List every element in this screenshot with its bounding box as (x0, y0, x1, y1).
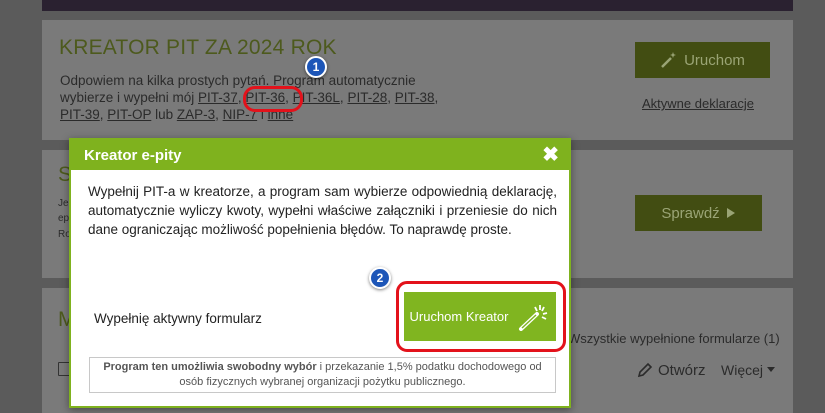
modal-header: Kreator e-pity ✖ (71, 140, 569, 170)
check-card-text-fragment: Je (58, 198, 69, 209)
highlight-ring-uruchom-kreator (396, 281, 566, 352)
uruchom-label: Uruchom (684, 51, 745, 69)
wiecej-dropdown[interactable]: Więcej (721, 362, 776, 378)
sprawdz-button[interactable]: Sprawdź (635, 195, 762, 231)
play-arrow-icon (726, 207, 736, 219)
link-pit-39[interactable]: PIT-39 (60, 107, 100, 122)
link-zap-3[interactable]: ZAP-3 (177, 107, 215, 122)
close-icon[interactable]: ✖ (542, 145, 559, 165)
check-card-text-fragment: ep (58, 213, 70, 224)
highlight-ring-pit-36 (243, 86, 303, 112)
link-pit-op[interactable]: PIT-OP (107, 107, 151, 122)
otworz-button[interactable]: Otwórz (636, 361, 706, 379)
note-bold-text: Program ten umożliwia swobodny wybór (103, 361, 317, 373)
pencil-icon (636, 361, 654, 379)
wszystkie-formularze-link[interactable]: Wszystkie wypełnione formularze (1) (568, 331, 780, 346)
kreator-title: KREATOR PIT ZA 2024 ROK (59, 36, 337, 59)
modal-title: Kreator e-pity (84, 146, 182, 164)
caret-down-icon (767, 367, 776, 373)
fill-active-form-label: Wypełnię aktywny formularz (94, 311, 262, 326)
aktywne-deklaracje-link[interactable]: Aktywne deklaracje (642, 96, 754, 111)
link-pit-28[interactable]: PIT-28 (347, 90, 387, 105)
link-pit-37[interactable]: PIT-37 (198, 90, 238, 105)
uruchom-button[interactable]: Uruchom (635, 42, 770, 78)
step-badge-2: 2 (369, 267, 391, 289)
sprawdz-label: Sprawdź (661, 204, 720, 222)
pozytek-publiczny-note: Program ten umożliwia swobodny wybór i p… (89, 357, 556, 393)
magic-wand-icon (660, 51, 678, 69)
kreator-modal: Kreator e-pity ✖ Wypełnij PIT-a w kreato… (69, 138, 571, 408)
step-badge-1: 1 (305, 56, 327, 78)
otworz-label: Otwórz (658, 361, 706, 379)
modal-description: Wypełnij PIT-a w kreatorze, a program sa… (88, 184, 557, 237)
wiecej-label: Więcej (721, 362, 764, 378)
link-pit-38[interactable]: PIT-38 (395, 90, 435, 105)
top-banner (42, 0, 793, 11)
lub-text: lub (151, 107, 177, 122)
